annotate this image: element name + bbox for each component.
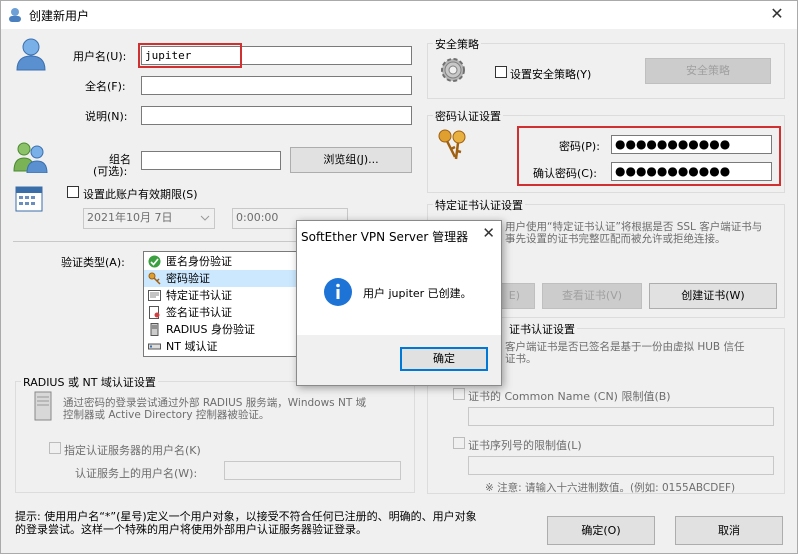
auth-type-label: 验证类型(A): [61, 256, 125, 269]
list-item[interactable]: 匿名身份验证 [144, 253, 302, 270]
title-bar: 创建新用户 ✕ [1, 1, 797, 29]
expire-date-picker[interactable]: 2021年10月 7日 [83, 208, 215, 229]
password-input[interactable]: ●●●●●●●●●●● [611, 135, 772, 154]
list-item-label: 签名证书认证 [166, 306, 232, 319]
signed-certificate-icon [149, 306, 160, 319]
list-item[interactable]: RADIUS 身份验证 [144, 321, 302, 338]
cn-label: 证书的 Common Name (CN) 限制值(B) [468, 390, 671, 403]
list-item-label: 密码验证 [166, 272, 210, 285]
expire-time-value: 0:00:00 [236, 211, 279, 224]
dialog-footer: 确定 [297, 335, 501, 385]
certificate-icon [148, 290, 161, 301]
check-circle-icon [148, 255, 161, 268]
specify-server-user-label: 指定认证服务器的用户名(K) [64, 444, 201, 457]
cert-desc-2: 事先设置的证书完整匹配而被允许或拒绝连接。 [505, 233, 726, 245]
security-policy-button[interactable]: 安全策略 [645, 58, 771, 84]
dialog-title: SoftEther VPN Server 管理器 [301, 230, 469, 244]
list-item-label: 特定证书认证 [166, 289, 232, 302]
group-icon [13, 142, 48, 173]
window-close-button[interactable]: ✕ [763, 3, 791, 25]
list-item[interactable]: 签名证书认证 [144, 304, 302, 321]
confirm-password-label: 确认密码(C): [533, 167, 597, 180]
password-group-title: 密码认证设置 [433, 108, 503, 124]
note-input[interactable] [141, 106, 412, 125]
fullname-label: 全名(F): [85, 80, 126, 93]
server-icon [34, 391, 52, 421]
ok-button[interactable]: 确定(O) [547, 516, 655, 545]
cert-group-title: 特定证书认证设置 [433, 197, 525, 213]
gear-icon [441, 58, 465, 82]
cn-input[interactable] [468, 407, 774, 426]
serial-note: ※ 注意: 请输入十六进制数值。(例如: 0155ABCDEF) [485, 482, 736, 494]
auth-type-list[interactable]: 匿名身份验证 密码验证 特定证书认证 签名证书认证 RADIUS 身份验证 NT… [143, 251, 303, 357]
key-icon [148, 272, 161, 285]
footer-hint-2: 的登录尝试。这样一个特殊的用户将使用外部用户认证服务器验证登录。 [15, 523, 367, 536]
dialog-message: 用户 jupiter 已创建。 [363, 287, 472, 300]
confirm-password-input[interactable]: ●●●●●●●●●●● [611, 162, 772, 181]
note-label: 说明(N): [85, 110, 128, 123]
calendar-icon [15, 186, 43, 212]
expire-checkbox[interactable] [67, 186, 79, 198]
password-label: 密码(P): [559, 140, 600, 153]
message-dialog: SoftEther VPN Server 管理器 ✕ 用户 jupiter 已创… [296, 220, 502, 386]
chevron-down-icon[interactable] [200, 213, 210, 223]
window-title: 创建新用户 [29, 9, 90, 23]
set-policy-checkbox[interactable] [495, 66, 507, 78]
radius-group-title: RADIUS 或 NT 域认证设置 [21, 374, 158, 390]
serial-label: 证书序列号的限制值(L) [468, 439, 582, 452]
cn-checkbox[interactable] [453, 388, 465, 400]
list-item[interactable]: 特定证书认证 [144, 287, 302, 304]
dialog-close-button[interactable]: ✕ [482, 224, 495, 242]
list-item-label: NT 域认证 [166, 340, 218, 353]
list-item[interactable]: NT 域认证 [144, 338, 302, 355]
signed-desc-1: 客户端证书是否已签名是基于一份由虚拟 HUB 信任 [505, 341, 745, 353]
username-highlight [138, 43, 242, 68]
serial-input[interactable] [468, 456, 774, 475]
username-label: 用户名(U): [73, 50, 127, 63]
app-icon [9, 8, 21, 22]
dialog-ok-button[interactable]: 确定 [400, 347, 488, 371]
group-label-2: (可选): [93, 165, 128, 178]
server-icon [150, 323, 159, 336]
expire-label: 设置此账户有效期限(S) [83, 188, 198, 201]
expire-date-value: 2021年10月 7日 [87, 211, 173, 224]
server-user-label: 认证服务上的用户名(W): [75, 467, 198, 480]
list-item-label: RADIUS 身份验证 [166, 323, 255, 336]
create-cert-button[interactable]: 创建证书(W) [649, 283, 777, 309]
radius-desc-2: 控制器或 Active Directory 控制器被验证。 [63, 409, 270, 421]
cancel-button[interactable]: 取消 [675, 516, 783, 545]
view-cert-button[interactable]: 查看证书(V) [542, 283, 642, 309]
info-icon [324, 278, 352, 306]
signed-desc-2: 证书。 [505, 353, 537, 365]
server-user-input[interactable] [224, 461, 401, 480]
fullname-input[interactable] [141, 76, 412, 95]
browse-group-button[interactable]: 浏览组(J)... [290, 147, 412, 173]
serial-checkbox[interactable] [453, 437, 465, 449]
list-item[interactable]: 密码验证 [144, 270, 302, 287]
security-policy-title: 安全策略 [433, 36, 481, 52]
group-input[interactable] [141, 151, 281, 170]
keys-icon [438, 129, 466, 160]
create-user-window: 创建新用户 ✕ 用户名(U): jupiter 全名(F): 说明(N): 组名… [0, 0, 798, 554]
specify-server-user-checkbox[interactable] [49, 442, 61, 454]
set-policy-label: 设置安全策略(Y) [510, 68, 592, 81]
user-icon [16, 38, 46, 71]
list-item-label: 匿名身份验证 [166, 255, 232, 268]
network-icon [148, 343, 161, 350]
